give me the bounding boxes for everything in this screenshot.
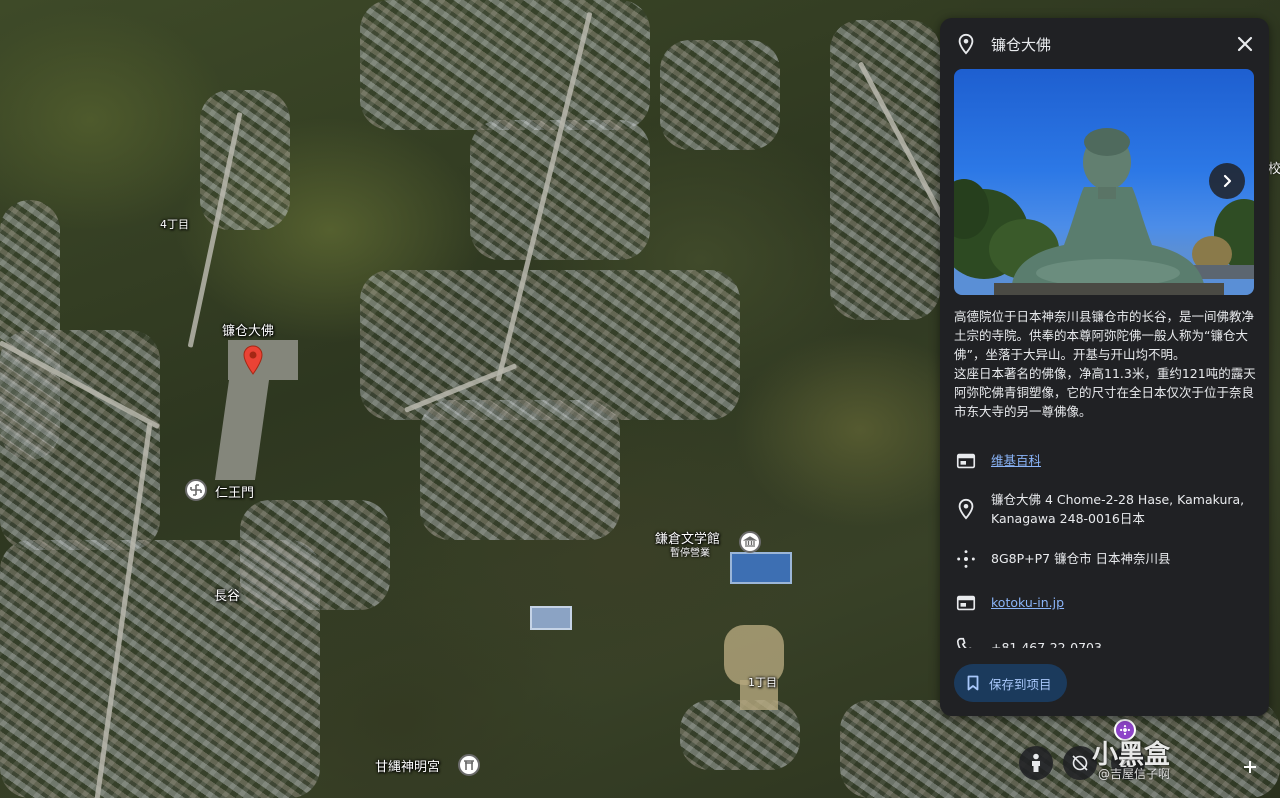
panel-header: 镰仓大佛 [940, 18, 1269, 70]
map-label-niomon[interactable]: 仁王門 [215, 482, 254, 501]
urban-area [360, 270, 740, 420]
address-text: 镰仓大佛 4 Chome-2-28 Hase, Kamakura, Kanaga… [991, 492, 1245, 526]
save-to-project-button[interactable]: 保存到项目 [954, 664, 1067, 702]
chevron-right-icon [1223, 174, 1232, 188]
pegman-button[interactable] [1019, 746, 1053, 780]
wikipedia-link-text[interactable]: 维基百科 [991, 453, 1041, 468]
urban-area [660, 40, 780, 150]
temple-icon[interactable] [185, 479, 207, 501]
urban-area [200, 90, 290, 230]
museum-building [730, 552, 792, 584]
next-photo-button[interactable] [1209, 163, 1245, 199]
map-label-chome4: 4丁目 [160, 218, 189, 231]
map-label-chome1: 1丁目 [748, 676, 777, 689]
pegman-icon [1032, 753, 1040, 772]
selected-location-pin-icon[interactable] [243, 345, 263, 375]
location-pin-icon [958, 33, 974, 55]
place-title: 镰仓大佛 [991, 36, 1052, 54]
web-card-icon [956, 453, 976, 469]
place-photo[interactable] [954, 69, 1254, 295]
urban-area [680, 700, 800, 770]
web-card-icon [956, 595, 976, 611]
map-label-amanawa[interactable]: 甘縄神明宮 [375, 756, 440, 775]
plus-code-icon [957, 550, 975, 568]
urban-area [830, 20, 940, 320]
place-description: 高德院位于日本神奈川县镰仓市的长谷，是一间佛教净土宗的寺院。供奉的本尊阿弥陀佛一… [954, 309, 1256, 419]
shrine-icon[interactable] [458, 754, 480, 776]
wikipedia-link[interactable]: 维基百科 [991, 451, 1257, 470]
place-info-panel: 镰仓大佛 高德院位于日本神奈川县镰仓市的长谷，是一间佛教净土宗的寺院。供奉的本尊… [940, 18, 1269, 716]
map-label-museum-status: 暫停營業 [670, 548, 710, 559]
zoom-in-button[interactable] [1233, 750, 1267, 784]
close-icon[interactable] [1233, 32, 1257, 56]
map-label-kotoku-in[interactable]: 镰仓大佛 [222, 320, 274, 339]
museum-icon[interactable] [739, 531, 761, 553]
urban-area [420, 400, 620, 540]
map-label-hase[interactable]: 長谷 [214, 585, 240, 604]
plus-code-text: 8G8P+P7 镰仓市 日本神奈川县 [991, 551, 1171, 566]
website-link[interactable]: kotoku-in.jp [991, 593, 1257, 612]
map-label-edge-partial: 校 [1268, 162, 1280, 177]
compass-off-icon [1072, 755, 1088, 771]
watermark-subtext: @吉屋信子啊 [1098, 767, 1171, 781]
urban-area [360, 0, 650, 130]
location-pin-icon [958, 498, 974, 520]
bookmark-icon [967, 675, 979, 691]
urban-area [240, 500, 390, 610]
plus-icon [1244, 761, 1256, 773]
temple-path [214, 380, 270, 480]
temple-grounds [228, 340, 298, 380]
building [530, 606, 572, 630]
save-button-label: 保存到项目 [989, 676, 1052, 692]
website-link-text[interactable]: kotoku-in.jp [991, 595, 1064, 610]
